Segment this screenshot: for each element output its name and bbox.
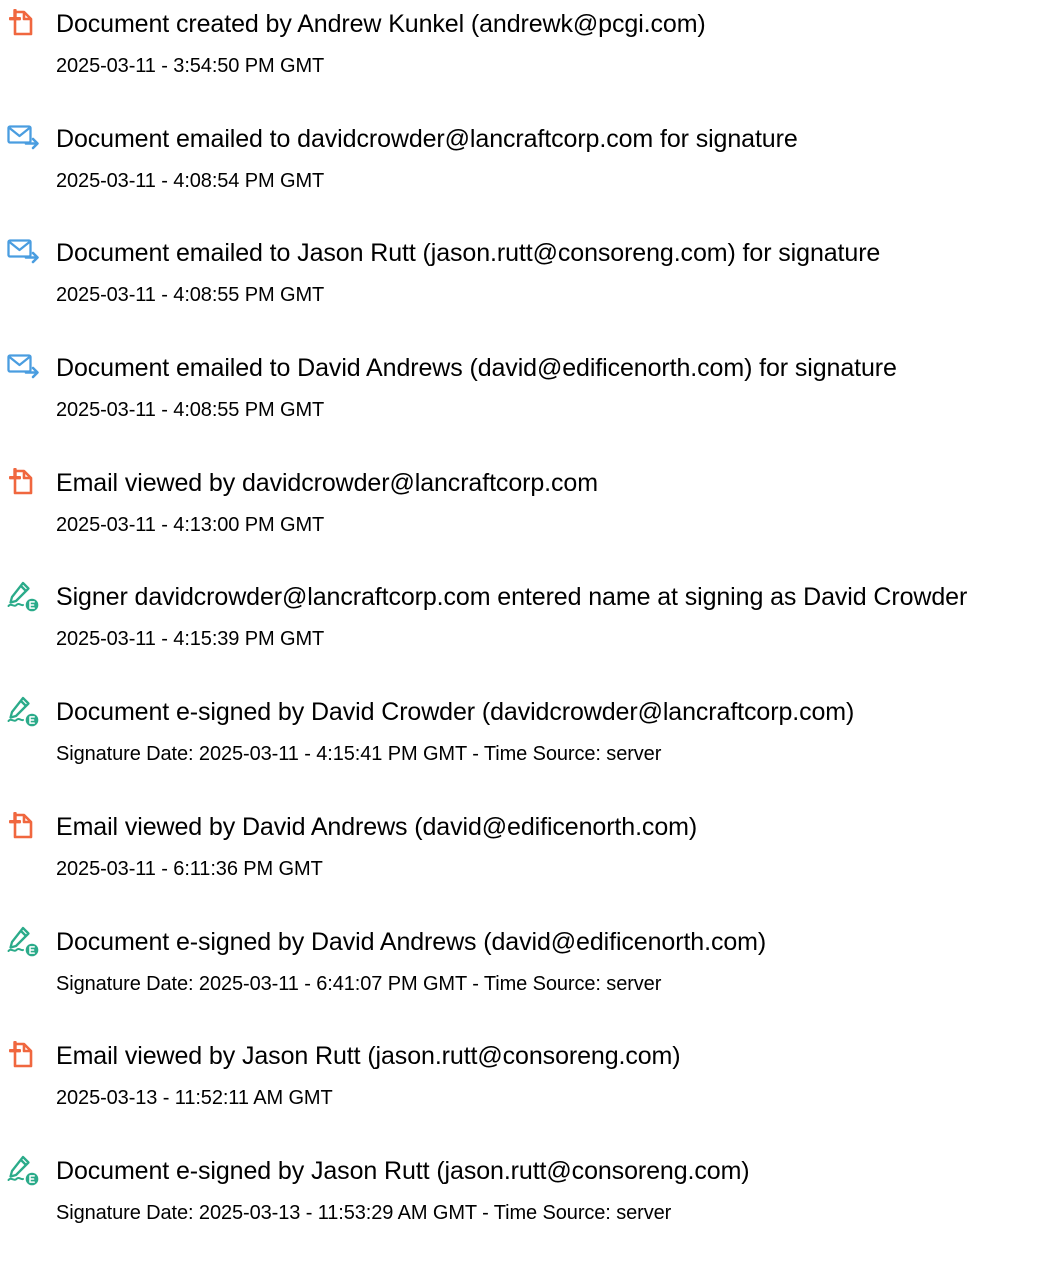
event-timestamp: 2025-03-11 - 4:08:55 PM GMT — [56, 284, 325, 307]
document-viewed-icon — [6, 1038, 40, 1072]
event-timestamp: 2025-03-11 - 4:13:00 PM GMT — [56, 513, 325, 536]
audit-event-e-signed: Document e-signed by Jason Rutt (jason.r… — [0, 1153, 1038, 1268]
event-timestamp: 2025-03-11 - 4:15:39 PM GMT — [56, 628, 325, 651]
document-viewed-icon — [6, 465, 40, 499]
document-created-icon — [6, 6, 40, 40]
event-timestamp: 2025-03-11 - 6:11:36 PM GMT — [56, 857, 323, 880]
audit-event-email-viewed: Email viewed by David Andrews (david@edi… — [0, 809, 1038, 924]
audit-event-email-sent: Document emailed to David Andrews (david… — [0, 350, 1038, 465]
document-viewed-icon — [6, 809, 40, 843]
event-title: Document e-signed by David Andrews (davi… — [56, 927, 767, 956]
event-timestamp: 2025-03-11 - 4:08:54 PM GMT — [56, 169, 325, 192]
event-title: Document emailed to Jason Rutt (jason.ru… — [56, 239, 881, 268]
email-sent-icon — [6, 350, 40, 384]
audit-trail-list: Document created by Andrew Kunkel (andre… — [0, 6, 1038, 1268]
event-timestamp: 2025-03-11 - 3:54:50 PM GMT — [56, 55, 325, 77]
event-title: Signer davidcrowder@lancraftcorp.com ent… — [56, 583, 968, 612]
audit-event-name-entered: Signer davidcrowder@lancraftcorp.com ent… — [0, 579, 1038, 694]
e-signature-icon — [6, 924, 40, 958]
event-title: Email viewed by davidcrowder@lancraftcor… — [56, 468, 598, 497]
event-title: Document e-signed by David Crowder (davi… — [56, 698, 855, 727]
event-title: Document emailed to davidcrowder@lancraf… — [56, 124, 798, 153]
e-signature-icon — [6, 579, 40, 613]
event-title: Document e-signed by Jason Rutt (jason.r… — [56, 1156, 750, 1185]
audit-event-email-viewed: Email viewed by Jason Rutt (jason.rutt@c… — [0, 1038, 1038, 1153]
audit-event-e-signed: Document e-signed by David Crowder (davi… — [0, 694, 1038, 809]
audit-event-email-viewed: Email viewed by davidcrowder@lancraftcor… — [0, 465, 1038, 580]
e-signature-icon — [6, 1153, 40, 1187]
event-timestamp: 2025-03-11 - 4:08:55 PM GMT — [56, 399, 325, 422]
event-title: Email viewed by Jason Rutt (jason.rutt@c… — [56, 1042, 681, 1071]
event-timestamp: Signature Date: 2025-03-11 - 6:41:07 PM … — [56, 972, 662, 995]
audit-event-document-created: Document created by Andrew Kunkel (andre… — [0, 6, 1038, 121]
audit-event-email-sent: Document emailed to Jason Rutt (jason.ru… — [0, 235, 1038, 350]
event-timestamp: 2025-03-13 - 11:52:11 AM GMT — [56, 1087, 333, 1110]
event-title: Document emailed to David Andrews (david… — [56, 354, 897, 383]
event-timestamp: Signature Date: 2025-03-11 - 4:15:41 PM … — [56, 743, 662, 766]
e-signature-icon — [6, 694, 40, 728]
audit-event-e-signed: Document e-signed by David Andrews (davi… — [0, 924, 1038, 1039]
email-sent-icon — [6, 121, 40, 155]
event-title: Email viewed by David Andrews (david@edi… — [56, 812, 698, 841]
event-title: Document created by Andrew Kunkel (andre… — [56, 10, 706, 38]
audit-event-email-sent: Document emailed to davidcrowder@lancraf… — [0, 121, 1038, 236]
email-sent-icon — [6, 235, 40, 269]
